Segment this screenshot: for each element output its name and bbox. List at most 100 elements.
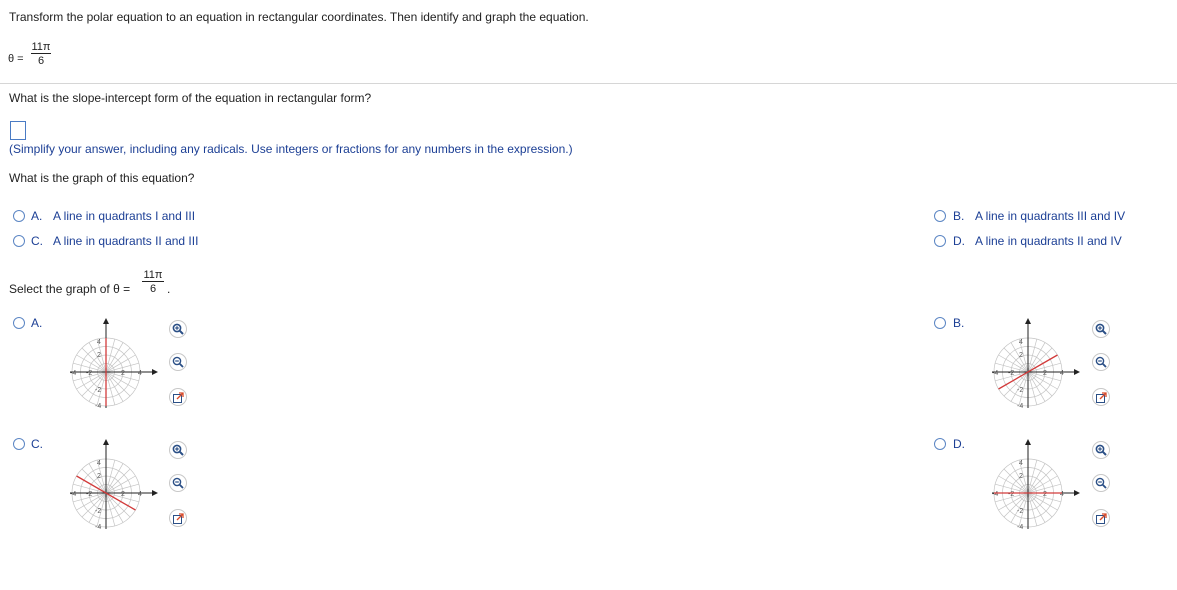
tick-label: 4 (138, 370, 142, 377)
tick-label: -4 (1017, 524, 1023, 531)
graph-b-radio[interactable] (934, 317, 946, 329)
tick-label: 2 (1043, 491, 1047, 498)
graph-a-polar-plot: -4 -2 2 4 4 2 -2 -4 (70, 318, 158, 410)
graph-a-zoom-out-button[interactable] (169, 353, 187, 371)
y-axis-arrow (1025, 318, 1031, 324)
equation-numerator: 11π (31, 41, 51, 53)
graph-a-zoom-in-button[interactable] (169, 320, 187, 338)
equation-lhs: θ = (8, 53, 24, 65)
choice-b-radio[interactable] (934, 210, 946, 222)
tick-label: 2 (1019, 352, 1023, 359)
tick-label: 2 (1019, 473, 1023, 480)
graph-c-polar-plot: -4 -2 2 4 4 2 -2 -4 (70, 439, 158, 531)
tick-label: 4 (1019, 460, 1023, 467)
tick-label: -2 (1017, 508, 1023, 515)
graph-d-radio[interactable] (934, 438, 946, 450)
zoom-out-icon (172, 356, 184, 368)
graph-c-radio[interactable] (13, 438, 25, 450)
tick-label: -4 (70, 370, 76, 377)
choice-d-radio[interactable] (934, 235, 946, 247)
zoom-in-icon (1095, 323, 1107, 335)
tick-label: 2 (121, 370, 125, 377)
question3-period: . (167, 282, 171, 296)
graph-c-open-window-button[interactable] (169, 509, 187, 527)
equation-fraction: 11π 6 (31, 41, 51, 67)
graph-d-zoom-in-button[interactable] (1092, 441, 1110, 459)
zoom-out-icon (1095, 477, 1107, 489)
tick-label: 4 (1060, 370, 1064, 377)
zoom-in-icon (172, 444, 184, 456)
graph-b-open-window-button[interactable] (1092, 388, 1110, 406)
graph-a-letter: A. (31, 316, 43, 330)
y-axis-arrow (103, 318, 109, 324)
graph-b-zoom-in-button[interactable] (1092, 320, 1110, 338)
x-axis-arrow (1074, 369, 1080, 375)
open-window-icon (1096, 392, 1107, 403)
choice-d-text: A line in quadrants II and IV (975, 234, 1122, 248)
tick-label: 2 (97, 352, 101, 359)
tick-label: -4 (1017, 403, 1023, 410)
tick-label: 2 (121, 491, 125, 498)
tick-label: -2 (1008, 491, 1014, 498)
tick-label: -2 (95, 508, 101, 515)
tick-label: -2 (1017, 387, 1023, 394)
open-window-icon (173, 513, 184, 524)
tick-label: -4 (992, 491, 998, 498)
tick-label: -2 (86, 370, 92, 377)
zoom-in-icon (172, 323, 184, 335)
x-axis-arrow (152, 369, 158, 375)
choice-b-letter: B. (953, 209, 965, 223)
y-axis-arrow (1025, 439, 1031, 445)
choice-c-letter: C. (31, 234, 43, 248)
graph-d-letter: D. (953, 437, 965, 451)
question3-fraction: 11π 6 (142, 269, 164, 295)
tick-label: -4 (992, 370, 998, 377)
graph-a-open-window-button[interactable] (169, 388, 187, 406)
tick-label: 4 (1060, 491, 1064, 498)
tick-label: 4 (138, 491, 142, 498)
tick-label: 4 (1019, 339, 1023, 346)
tick-label: -2 (95, 387, 101, 394)
tick-label: -2 (86, 491, 92, 498)
zoom-in-icon (1095, 444, 1107, 456)
question3-denominator: 6 (142, 281, 164, 295)
choice-a-text: A line in quadrants I and III (53, 209, 196, 223)
choice-c-text: A line in quadrants II and III (53, 234, 199, 248)
graph-a-radio[interactable] (13, 317, 25, 329)
tick-label: -4 (95, 403, 101, 410)
slope-intercept-answer-input[interactable] (10, 121, 26, 140)
choice-a-radio[interactable] (13, 210, 25, 222)
graph-c-letter: C. (31, 437, 43, 451)
choice-a-letter: A. (31, 209, 43, 223)
open-window-icon (173, 392, 184, 403)
choice-d-letter: D. (953, 234, 965, 248)
tick-label: -4 (70, 491, 76, 498)
tick-label: 2 (1043, 370, 1047, 377)
x-axis-arrow (1074, 490, 1080, 496)
graph-c-zoom-out-button[interactable] (169, 474, 187, 492)
choice-b-text: A line in quadrants III and IV (975, 209, 1126, 223)
question3-numerator: 11π (143, 269, 163, 281)
graph-d-zoom-out-button[interactable] (1092, 474, 1110, 492)
question3-prompt: Select the graph of θ = (9, 282, 131, 296)
graph-d-open-window-button[interactable] (1092, 509, 1110, 527)
graph-c-zoom-in-button[interactable] (169, 441, 187, 459)
graph-b-zoom-out-button[interactable] (1092, 353, 1110, 371)
graph-b-polar-plot: -4 -2 2 4 4 2 -2 -4 (992, 318, 1080, 410)
choice-c-radio[interactable] (13, 235, 25, 247)
open-window-icon (1096, 513, 1107, 524)
question1-hint: (Simplify your answer, including any rad… (9, 142, 573, 156)
tick-label: -4 (95, 524, 101, 531)
tick-label: 4 (97, 460, 101, 467)
tick-label: 4 (97, 339, 101, 346)
problem-instruction: Transform the polar equation to an equat… (9, 10, 589, 24)
graph-b-letter: B. (953, 316, 965, 330)
zoom-out-icon (1095, 356, 1107, 368)
graph-d-polar-plot: -4 -2 2 4 4 2 -2 -4 (992, 439, 1080, 531)
y-axis-arrow (103, 439, 109, 445)
tick-label: 2 (97, 473, 101, 480)
question2-prompt: What is the graph of this equation? (9, 171, 195, 185)
x-axis-arrow (152, 490, 158, 496)
zoom-out-icon (172, 477, 184, 489)
tick-label: -2 (1008, 370, 1014, 377)
